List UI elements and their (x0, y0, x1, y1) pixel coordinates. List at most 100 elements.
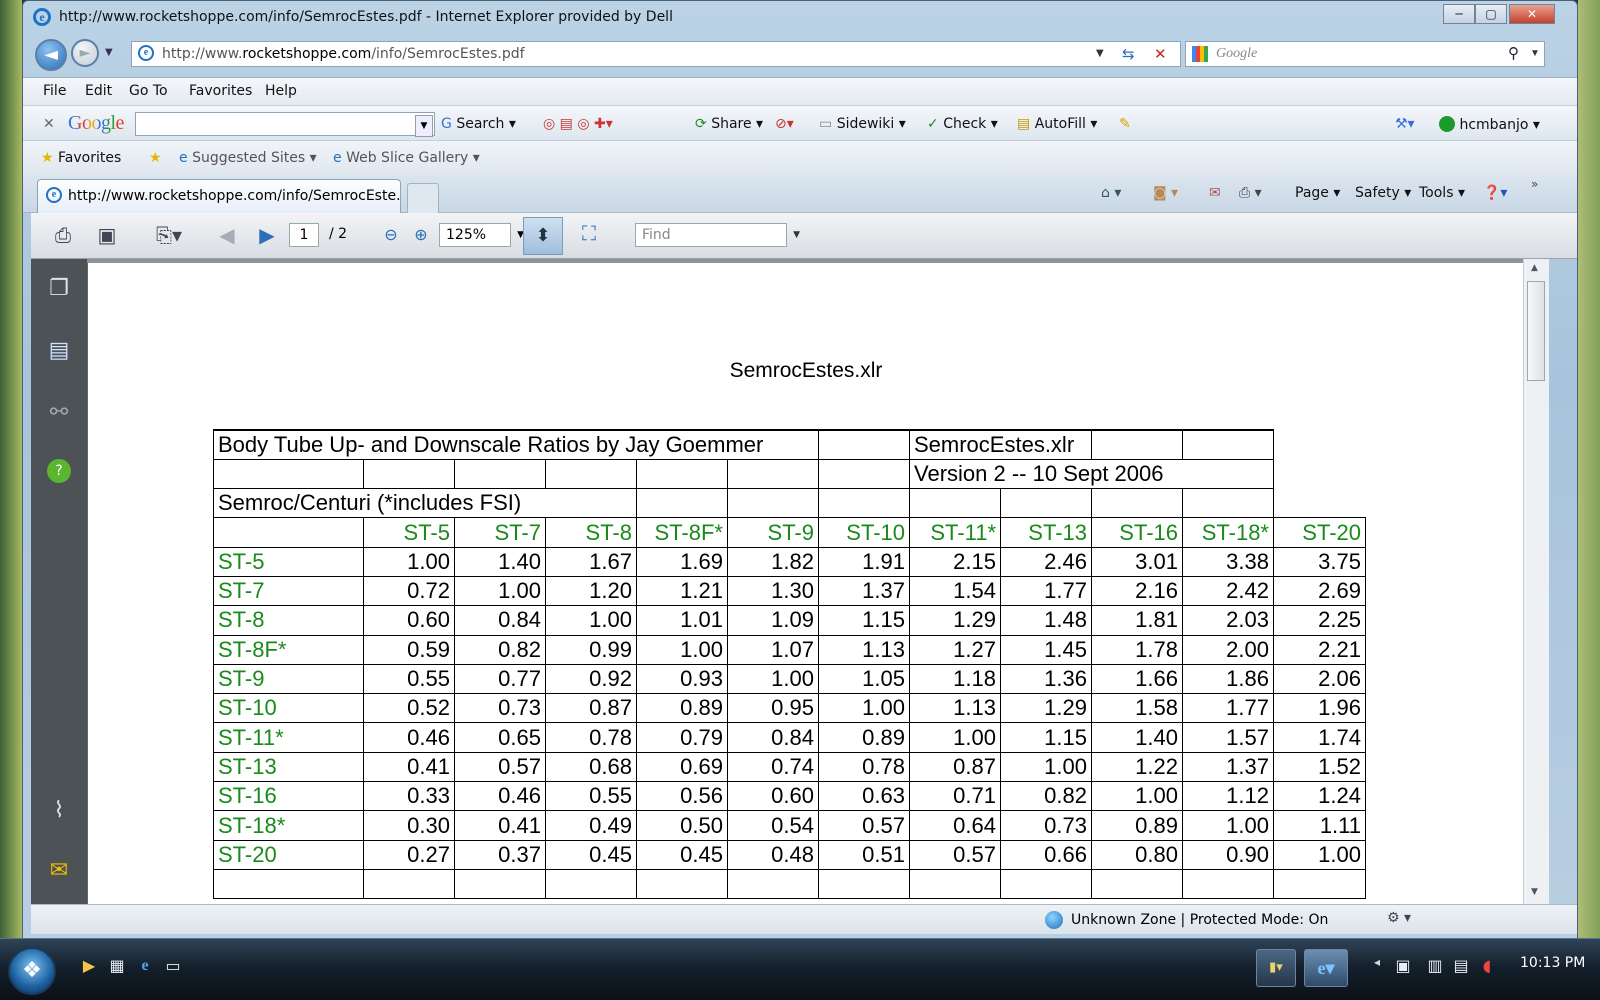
menu-go-to[interactable]: Go To (129, 83, 168, 99)
page-menu[interactable]: Page ▾ (1295, 185, 1340, 201)
tools-menu[interactable]: Tools ▾ (1419, 185, 1465, 201)
pdf-export-icon[interactable]: ⎘▾ (147, 223, 191, 249)
search-icon[interactable]: ⚲ (1508, 42, 1519, 66)
ratio-cell: 0.45 (636, 839, 728, 870)
fit-page-icon[interactable]: ⛶ (575, 221, 603, 247)
autofill-icon: ▤ (1017, 116, 1031, 132)
share-button[interactable]: ⟳ Share ▾ (695, 116, 763, 132)
print-icon[interactable]: ⎙ ▾ (1239, 185, 1262, 201)
tray-volume-icon[interactable]: ◖ (1476, 955, 1498, 977)
ratio-cell: 0.48 (727, 839, 819, 870)
suggested-sites-button[interactable]: e Suggested Sites ▾ (179, 150, 317, 166)
find-binoculars-icon[interactable]: ⚯ (45, 399, 73, 427)
zoom-level[interactable]: 125% ▼ (439, 223, 524, 247)
highlight-icon[interactable]: ✎ (1119, 116, 1131, 132)
web-slice-gallery-button[interactable]: e Web Slice Gallery ▾ (333, 150, 480, 166)
chevron-more-icon[interactable]: » (1531, 177, 1538, 191)
google-search-button[interactable]: G Search ▾ (441, 116, 516, 132)
settings-wrench-icon[interactable]: ⚒▾ (1395, 116, 1415, 132)
minimize-button[interactable]: ─ (1443, 4, 1475, 24)
vertical-scrollbar[interactable]: ▲ ▼ (1523, 259, 1549, 904)
help-icon[interactable]: ❓▾ (1483, 185, 1507, 201)
comments-icon[interactable]: ✉ (45, 857, 73, 885)
quicklaunch-media-icon[interactable]: ▶ (78, 955, 100, 977)
quicklaunch-explorer-icon[interactable]: ▦ (106, 955, 128, 977)
address-path: /info/SemrocEstes.pdf (371, 46, 525, 62)
address-bar[interactable]: e http://www.rocketshoppe.com/info/Semro… (131, 41, 1181, 67)
home-icon[interactable]: ⌂ ▾ (1101, 185, 1121, 201)
page-number-input[interactable]: 1 (289, 223, 319, 247)
ratio-cell: 0.56 (636, 781, 728, 812)
toolbar-icons-group[interactable]: ◎ ▤ ◎ ✚▾ (543, 116, 613, 132)
sidewiki-button[interactable]: ▭ Sidewiki ▾ (819, 116, 906, 132)
tray-network-icon[interactable]: ▣ (1392, 955, 1414, 977)
taskbar-ie-icon: e▾ (1317, 958, 1335, 978)
stop-icon[interactable]: ✕ (1154, 42, 1167, 66)
table-cell (545, 868, 637, 900)
new-tab-button[interactable] (407, 183, 439, 213)
page-menu-label: Page (1295, 185, 1329, 201)
ratio-cell: 0.82 (454, 634, 546, 665)
menu-file[interactable]: File (43, 83, 66, 99)
menu-edit[interactable]: Edit (85, 83, 112, 99)
find-dropdown-icon[interactable]: ▼ (793, 224, 800, 246)
forward-button[interactable]: ► (71, 39, 99, 67)
search-options-dropdown[interactable]: ▼ (1530, 42, 1540, 66)
row-label: ST-9 (213, 663, 364, 695)
scroll-down-icon[interactable]: ▼ (1531, 887, 1538, 897)
scroll-up-icon[interactable]: ▲ (1531, 263, 1538, 273)
check-button[interactable]: ✓ Check ▾ (927, 116, 998, 132)
google-search-input[interactable] (135, 112, 435, 136)
close-button[interactable]: ✕ (1509, 4, 1555, 24)
start-button[interactable]: ❖ (8, 947, 56, 995)
menu-help[interactable]: Help (265, 83, 297, 99)
table-cell (1182, 488, 1274, 519)
ratio-cell: 0.45 (545, 839, 637, 870)
sidewiki-icon: ▭ (819, 116, 833, 132)
previous-page-icon[interactable]: ◀ (213, 223, 241, 249)
scrollbar-thumb[interactable] (1527, 281, 1545, 381)
feeds-icon[interactable]: ◙ ▾ (1153, 185, 1178, 201)
zoom-in-icon[interactable]: ⊕ (407, 223, 435, 249)
address-dropdown-icon[interactable]: ▼ (1096, 42, 1104, 66)
table-cell (213, 458, 364, 490)
attachments-paperclip-icon[interactable]: ⌇ (45, 797, 73, 825)
refresh-icon[interactable]: ⇆ (1122, 42, 1135, 66)
help-question-icon[interactable]: ? (47, 459, 71, 483)
tray-display-icon[interactable]: ▤ (1450, 955, 1472, 977)
table-cell (454, 868, 546, 900)
favorites-button[interactable]: ★ Favorites (41, 150, 121, 166)
quicklaunch-desktop-icon[interactable]: ▭ (162, 955, 184, 977)
search-input[interactable]: Google ⚲ ▼ (1185, 41, 1545, 67)
ratio-cell: 0.46 (363, 722, 455, 753)
mail-icon[interactable]: ✉ (1209, 185, 1221, 201)
pages-panel-icon[interactable]: ❐ (45, 275, 73, 303)
taskbar-folder-button[interactable]: ▮▾ (1256, 949, 1296, 987)
close-toolbar-icon[interactable]: ✕ (43, 116, 55, 132)
taskbar-ie-button[interactable]: e▾ (1304, 949, 1348, 987)
quicklaunch-ie-icon[interactable]: e (134, 955, 156, 977)
fit-width-button[interactable]: ⬍ (523, 217, 563, 255)
tab-active[interactable]: e http://www.rocketshoppe.com/info/Semro… (37, 179, 401, 213)
menu-favorites[interactable]: Favorites (189, 83, 252, 99)
ratio-cell: 0.57 (454, 751, 546, 783)
google-search-dropdown[interactable]: ▼ (415, 115, 433, 137)
safety-menu[interactable]: Safety ▾ (1355, 185, 1411, 201)
popup-blocker-icon[interactable]: ⊘▾ (775, 116, 794, 132)
account-button[interactable]: hcmbanjo ▾ (1439, 116, 1540, 133)
security-zone[interactable]: Unknown Zone | Protected Mode: On (1071, 912, 1328, 928)
add-favorite-icon[interactable]: ★ (149, 150, 162, 166)
next-page-icon[interactable]: ▶ (253, 223, 281, 249)
back-button[interactable]: ◄ (35, 39, 67, 71)
autofill-button[interactable]: ▤ AutoFill ▾ (1017, 116, 1097, 132)
zoom-out-icon[interactable]: ⊖ (377, 223, 405, 249)
bookmarks-panel-icon[interactable]: ▤ (45, 337, 73, 365)
find-input[interactable]: Find ▼ (635, 223, 800, 247)
maximize-button[interactable]: ▢ (1475, 4, 1507, 24)
zoom-status-icon[interactable]: ⚙ ▾ (1387, 910, 1411, 926)
pdf-print-icon[interactable]: ⎙ (49, 223, 77, 249)
tray-battery-icon[interactable]: ▥ (1424, 955, 1446, 977)
pdf-save-icon[interactable]: ▣ (93, 223, 121, 249)
recent-pages-dropdown[interactable]: ▼ (105, 47, 113, 58)
tray-expand-icon[interactable]: ◂ (1374, 955, 1380, 969)
